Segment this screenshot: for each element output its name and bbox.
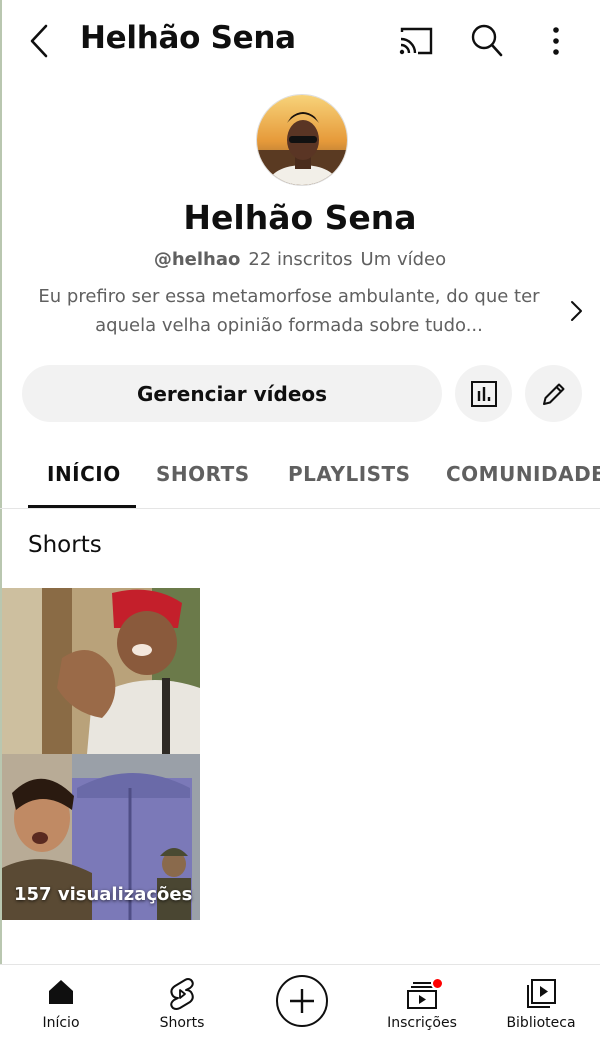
tab-inicio[interactable]: INÍCIO [47, 462, 121, 486]
more-options-button[interactable] [545, 22, 567, 60]
description-expand-button[interactable] [566, 298, 586, 324]
chevron-right-icon [571, 301, 582, 321]
avatar-image [257, 95, 347, 185]
shorts-icon [170, 978, 194, 1010]
nav-library[interactable]: Biblioteca [486, 965, 596, 1040]
home-icon [49, 980, 73, 1004]
video-count: Um vídeo [360, 249, 447, 270]
nav-shorts-label: Shorts [159, 1015, 205, 1031]
short-view-count: 157 visualizações [14, 884, 193, 905]
library-icon [527, 979, 556, 1008]
analytics-button[interactable] [455, 365, 512, 422]
channel-handle: @helhao [153, 249, 241, 270]
analytics-icon [470, 380, 497, 407]
page-title: Helhão Sena [80, 20, 296, 56]
nav-home[interactable]: Início [6, 965, 116, 1040]
tab-playlists[interactable]: PLAYLISTS [288, 462, 411, 486]
channel-meta: @helhao 22 inscritos Um vídeo [0, 249, 600, 270]
cast-button[interactable] [398, 24, 434, 58]
nav-library-label: Biblioteca [506, 1015, 576, 1031]
back-button[interactable] [24, 22, 56, 60]
shorts-section-title: Shorts [28, 532, 102, 558]
short-thumbnail[interactable] [2, 588, 200, 920]
subscriber-count: 22 inscritos [248, 249, 353, 270]
create-icon [290, 989, 314, 1013]
search-button[interactable] [470, 23, 504, 59]
pencil-icon [542, 383, 564, 405]
more-vert-icon [553, 27, 559, 55]
active-tab-indicator [28, 505, 136, 508]
manage-videos-label: Gerenciar vídeos [136, 381, 328, 406]
nav-subscriptions-label: Inscrições [387, 1015, 457, 1031]
short-thumbnail-image [2, 588, 200, 920]
top-app-bar: Helhão Sena [0, 0, 600, 84]
back-icon [30, 24, 48, 58]
search-icon [471, 24, 503, 57]
bottom-navigation: Início Shorts Inscrições Biblioteca [0, 964, 600, 1040]
cast-icon [399, 27, 433, 55]
nav-subscriptions[interactable]: Inscrições [367, 965, 477, 1040]
channel-avatar[interactable] [256, 94, 348, 186]
channel-description[interactable]: Eu prefiro ser essa metamorfose ambulant… [24, 282, 554, 340]
edit-channel-button[interactable] [525, 365, 582, 422]
nav-shorts[interactable]: Shorts [127, 965, 237, 1040]
create-button[interactable] [276, 975, 328, 1027]
manage-videos-button[interactable]: Gerenciar vídeos [22, 365, 442, 422]
channel-name: Helhão Sena [183, 198, 417, 237]
nav-home-label: Início [42, 1015, 80, 1031]
tab-shorts[interactable]: SHORTS [156, 462, 250, 486]
tab-comunidade[interactable]: COMUNIDADE [446, 462, 600, 486]
channel-tabs: INÍCIO SHORTS PLAYLISTS COMUNIDADE [0, 440, 600, 509]
notification-badge [431, 977, 444, 990]
